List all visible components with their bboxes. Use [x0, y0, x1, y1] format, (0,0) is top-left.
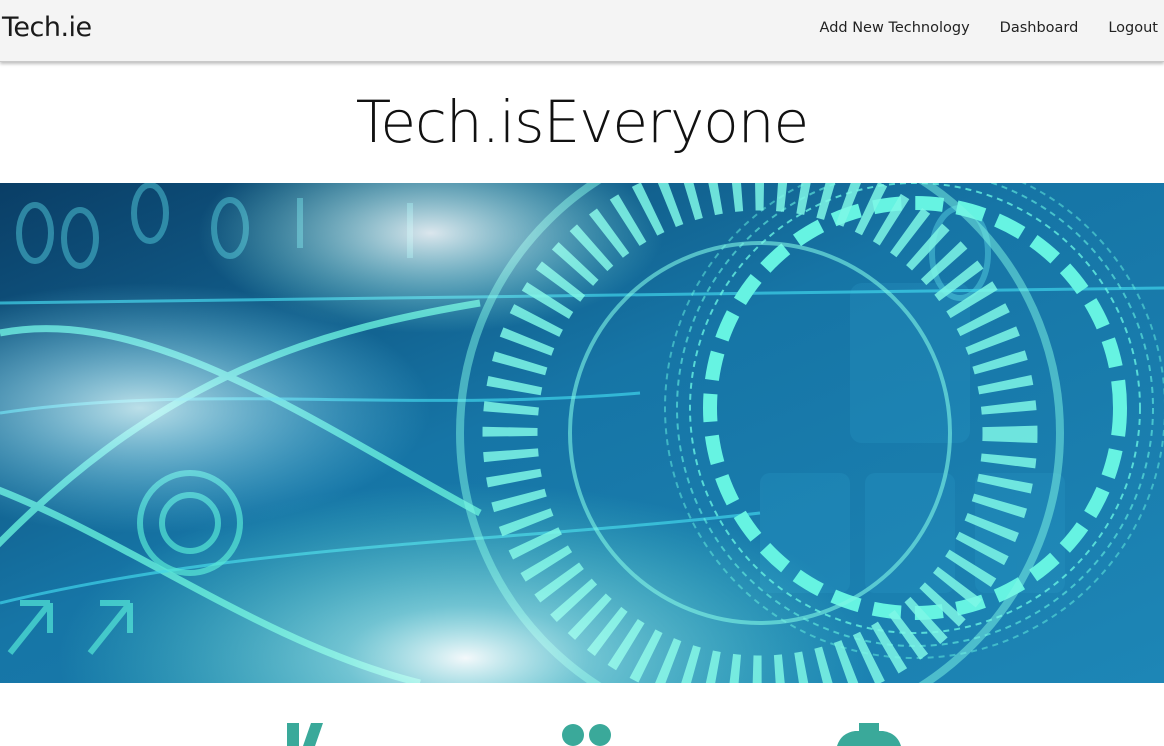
users-icon: [562, 724, 611, 746]
gear-icon: [837, 723, 901, 746]
pencil-icon: [287, 723, 323, 746]
banner-artwork: [0, 183, 1164, 683]
hero-banner-image: [0, 183, 1164, 683]
brand-logo[interactable]: Tech.ie: [2, 12, 92, 43]
navbar: Tech.ie Add New Technology Dashboard Log…: [0, 0, 1164, 62]
nav-dashboard[interactable]: Dashboard: [1000, 20, 1079, 36]
nav-add-new-technology[interactable]: Add New Technology: [820, 20, 970, 36]
features-section: [0, 683, 1164, 746]
nav-links: Add New Technology Dashboard Logout: [790, 20, 1158, 36]
page-title: Tech.isEveryone: [355, 88, 809, 156]
nav-logout[interactable]: Logout: [1108, 20, 1158, 36]
